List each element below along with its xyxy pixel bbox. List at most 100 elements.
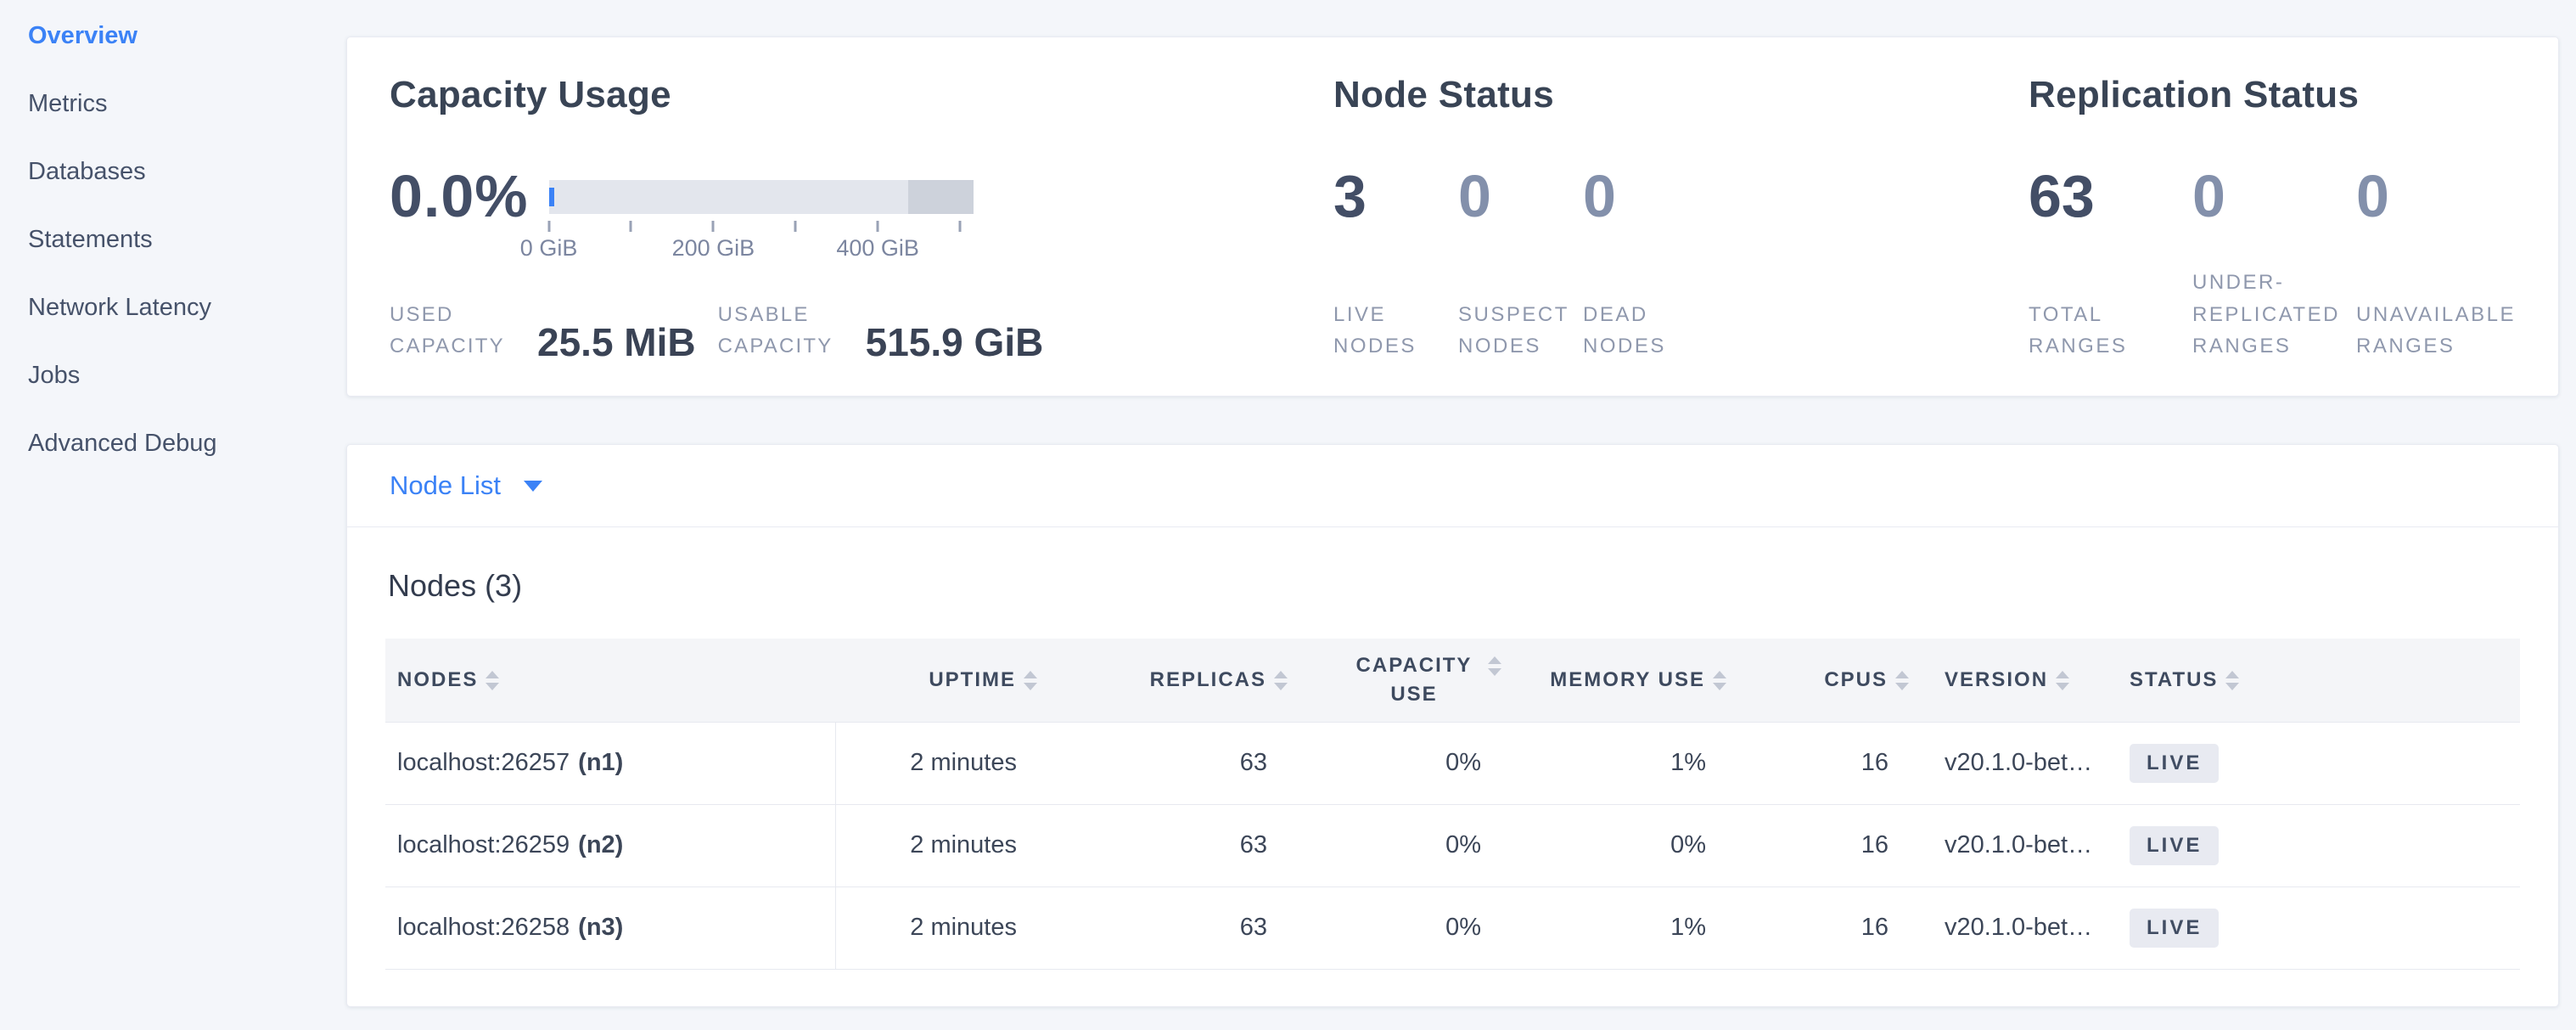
cell-cpus: 16 [1728, 722, 1911, 804]
cell-cpus: 16 [1728, 886, 1911, 969]
cell-node: localhost:26258(n3) [385, 886, 835, 969]
sort-icon [1895, 671, 1909, 690]
sort-icon [1713, 671, 1726, 690]
sidebar-nav: OverviewMetricsDatabasesStatementsNetwor… [0, 0, 334, 1030]
capacity-usage-section: Capacity Usage 0.0% 0 GiB200 GiB400 GiB … [347, 75, 1333, 362]
stat-dead-nodes: 0 DEAD NODES [1583, 166, 1708, 362]
node-id: (n1) [578, 749, 623, 776]
nodes-table-body: localhost:26257(n1)2 minutes630%1%16v20.… [385, 722, 2520, 969]
stat-label: TOTAL RANGES [2029, 299, 2190, 362]
cell-node: localhost:26257 (n1) [385, 722, 835, 804]
column-header-nodes[interactable]: NODES [385, 639, 835, 722]
cell-cpus: 16 [1728, 804, 1911, 886]
app-root: OverviewMetricsDatabasesStatementsNetwor… [0, 0, 2576, 1030]
sidebar-item-advanced-debug[interactable]: Advanced Debug [0, 409, 334, 477]
sidebar-item-overview[interactable]: Overview [0, 2, 334, 70]
stat-value: 0 [2356, 166, 2520, 226]
node-status-section: Node Status 3LIVE NODES0SUSPECT NODES0DE… [1333, 75, 2029, 362]
capacity-usage-row: 0.0% 0 GiB 200 GiB 400 GiB [390, 166, 1333, 261]
nodes-table: NODES UPTIME REPLICAS CAPACITY USE MEMORY US… [385, 639, 2520, 970]
stat-label: DEAD NODES [1583, 299, 1708, 362]
sort-icon [2056, 671, 2069, 690]
axis-tick-label: 400 GiB [836, 235, 919, 262]
sidebar-item-databases[interactable]: Databases [0, 138, 334, 205]
cell-version: v20.1.0-bet… [1911, 804, 2107, 886]
capacity-metric: USABLE CAPACITY515.9 GiB [718, 299, 1044, 362]
nodes-heading: Nodes (3) [388, 568, 2558, 604]
stat-under-replicated-ranges: 0UNDER-REPLICATED RANGES [2192, 166, 2356, 362]
stat-value: 0 [1458, 166, 1583, 226]
cell-uptime: 2 minutes [835, 804, 1039, 886]
capacity-metric: USED CAPACITY25.5 MiB [390, 299, 696, 362]
column-label: MEMORY USE [1550, 668, 1705, 692]
node-list-dropdown[interactable]: Node List [390, 470, 542, 501]
capacity-axis-ticks [549, 214, 974, 232]
axis-tick-label: 200 GiB [672, 235, 755, 262]
cell-replicas: 63 [1039, 886, 1289, 969]
node-list-dropdown-label: Node List [390, 470, 501, 501]
status-badge: LIVE [2130, 744, 2219, 783]
stat-value: 0 [1583, 166, 1708, 226]
cell-replicas: 63 [1039, 804, 1289, 886]
stat-value: 3 [1333, 166, 1458, 226]
cell-uptime: 2 minutes [835, 722, 1039, 804]
cell-version: v20.1.0-bet… [1911, 722, 2107, 804]
node-address: localhost:26257 [397, 749, 570, 776]
replication-status-title: Replication Status [2029, 75, 2524, 115]
cluster-summary-panel: Capacity Usage 0.0% 0 GiB200 GiB400 GiB … [346, 37, 2559, 397]
cell-memory-use: 1% [1503, 886, 1728, 969]
stat-total-ranges: 63 TOTAL RANGES [2029, 166, 2192, 362]
sidebar-item-statements[interactable]: Statements [0, 205, 334, 273]
column-header-version[interactable]: VERSION [1911, 639, 2107, 722]
stat-live-nodes: 3LIVE NODES [1333, 166, 1458, 362]
column-header-status[interactable]: STATUS [2107, 639, 2520, 722]
column-header-cpus[interactable]: CPUS [1728, 639, 1911, 722]
capacity-metric-label: USABLE CAPACITY [718, 299, 832, 362]
cell-status: LIVE [2107, 804, 2520, 886]
nodes-table-wrap: NODES UPTIME REPLICAS CAPACITY USE MEMORY US… [385, 639, 2520, 970]
node-status-title: Node Status [1333, 75, 2029, 115]
status-badge: LIVE [2130, 826, 2219, 865]
column-header-memory-use[interactable]: MEMORY USE [1503, 639, 1728, 722]
node-id: (n3) [578, 914, 623, 941]
sidebar-item-network-latency[interactable]: Network Latency [0, 273, 334, 341]
stat-value: 63 [2029, 166, 2192, 226]
sidebar-item-metrics[interactable]: Metrics [0, 70, 334, 138]
stat-unavailable-ranges: 0UNAVAILABLE RANGES [2356, 166, 2520, 362]
capacity-bar-tail [908, 180, 974, 214]
capacity-metric-value: 25.5 MiB [537, 324, 696, 362]
column-header-replicas[interactable]: REPLICAS [1039, 639, 1289, 722]
node-status-stats: 3LIVE NODES0SUSPECT NODES0DEAD NODES [1333, 166, 2029, 362]
sort-icon [1488, 656, 1501, 676]
column-header-capacity-use[interactable]: CAPACITY USE [1289, 639, 1503, 722]
stat-value: 0 [2192, 166, 2356, 226]
sort-icon [2225, 671, 2239, 690]
table-row: localhost:26258(n3)2 minutes630%1%16v20.… [385, 886, 2520, 969]
node-list-panel: Node List Nodes (3) NODES UPTIME REPLICAS C… [346, 444, 2559, 1007]
cell-status: LIVE [2107, 886, 2520, 969]
column-label: UPTIME [929, 668, 1016, 692]
cell-capacity-use: 0% [1289, 804, 1503, 886]
sidebar-item-jobs[interactable]: Jobs [0, 341, 334, 409]
cell-memory-use: 0% [1503, 804, 1728, 886]
capacity-used-percent: 0.0% [390, 166, 529, 226]
node-id: (n2) [578, 831, 623, 858]
cell-replicas: 63 [1039, 722, 1289, 804]
column-label: CAPACITY USE [1348, 651, 1480, 708]
view-dropdown-row: Node List [347, 445, 2558, 527]
cell-capacity-use: 0% [1289, 886, 1503, 969]
stat-label: SUSPECT NODES [1458, 299, 1583, 362]
column-label: STATUS [2130, 668, 2218, 692]
nodes-table-head-row: NODES UPTIME REPLICAS CAPACITY USE MEMORY US… [385, 639, 2520, 722]
axis-tick [959, 221, 962, 232]
column-header-uptime[interactable]: UPTIME [835, 639, 1039, 722]
capacity-axis-labels: 0 GiB200 GiB400 GiB [549, 235, 974, 261]
capacity-metrics: USED CAPACITY25.5 MiB USABLE CAPACITY515.… [390, 299, 1333, 362]
chevron-down-icon [524, 481, 542, 492]
axis-tick-label: 0 GiB [520, 235, 578, 262]
table-row: localhost:26259(n2)2 minutes630%0%16v20.… [385, 804, 2520, 886]
stat-suspect-nodes: 0 SUSPECT NODES [1458, 166, 1583, 362]
sort-icon [485, 671, 499, 690]
table-row: localhost:26257(n1)2 minutes630%1%16v20.… [385, 722, 2520, 804]
status-badge: LIVE [2130, 909, 2219, 948]
